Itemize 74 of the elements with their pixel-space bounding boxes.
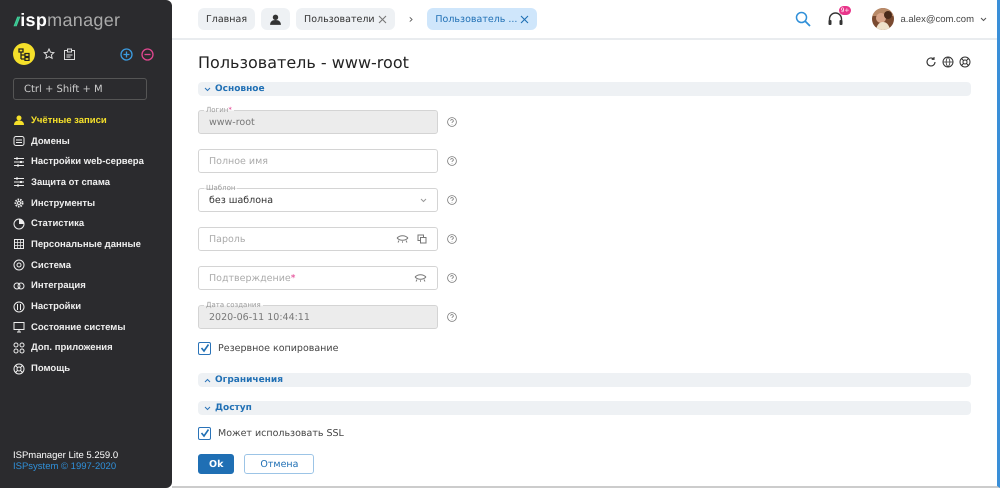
person-icon <box>269 12 282 26</box>
sidebar-item[interactable]: Домены <box>13 130 159 152</box>
sidebar-item[interactable]: Учётные записи <box>13 110 159 131</box>
chevron-icon <box>204 406 211 410</box>
section-header[interactable]: Ограничения <box>198 373 971 387</box>
tab[interactable]: Главная <box>198 8 256 30</box>
sidebar-item[interactable]: Защита от спама <box>13 172 159 193</box>
headset-icon[interactable] <box>827 10 844 28</box>
clipboard-icon[interactable] <box>63 48 76 60</box>
ok-button[interactable]: Ok <box>198 454 234 474</box>
globe-icon[interactable] <box>942 56 954 68</box>
tree-icon <box>17 47 31 61</box>
sliders-icon <box>13 176 25 188</box>
help-icon[interactable] <box>447 273 457 283</box>
close-icon[interactable] <box>520 14 530 24</box>
sidebar-item[interactable]: Состояние системы <box>13 316 159 338</box>
caret-icon <box>420 198 427 202</box>
pie-chart-icon <box>13 218 25 230</box>
rings-icon <box>13 280 25 292</box>
search-field[interactable]: Ctrl + Shift + M <box>13 78 147 100</box>
monitor-icon <box>13 321 25 334</box>
eye-closed-icon[interactable] <box>396 235 409 243</box>
sidebar-item[interactable]: Настройки web-сервера <box>13 151 159 172</box>
help-icon[interactable] <box>447 117 457 127</box>
lifebuoy-icon[interactable] <box>959 56 971 68</box>
help-icon[interactable] <box>447 312 457 322</box>
sidebar-item[interactable]: Настройки <box>13 296 159 317</box>
version-text: ISPmanager Lite 5.259.0 <box>13 450 120 461</box>
eye-closed-icon[interactable] <box>414 274 427 282</box>
chevron-icon <box>204 86 211 92</box>
grid-icon <box>13 238 25 250</box>
sidebar-item[interactable]: Система <box>13 254 159 276</box>
person-icon <box>13 114 25 126</box>
checkbox[interactable] <box>198 342 211 354</box>
tab[interactable]: Пользователи <box>296 8 395 30</box>
server-icon <box>13 135 25 148</box>
search-icon[interactable] <box>795 11 812 27</box>
refresh-icon[interactable] <box>925 56 937 68</box>
chevron-icon <box>204 378 211 382</box>
lifebuoy-icon <box>13 362 25 375</box>
gear-icon <box>13 197 25 210</box>
help-icon[interactable] <box>447 234 457 244</box>
remove-icon[interactable] <box>141 48 154 60</box>
caret-icon[interactable] <box>980 16 987 22</box>
copyright-link[interactable]: ISPsystem © 1997-2020 <box>13 461 159 472</box>
sidebar-item[interactable]: Интеграция <box>13 276 159 296</box>
copy-icon[interactable] <box>417 234 427 244</box>
tree-button[interactable] <box>13 43 35 65</box>
cancel-button[interactable]: Отмена <box>244 454 314 474</box>
circle-icon <box>13 259 25 272</box>
tab[interactable]: Пользователь ... <box>427 8 538 30</box>
close-icon[interactable] <box>378 14 387 24</box>
sidebar-item[interactable]: Персональные данные <box>13 234 159 255</box>
breadcrumb-separator: › <box>408 12 414 26</box>
checkbox-label: Может использовать SSL <box>218 428 344 438</box>
star-icon[interactable] <box>43 48 55 60</box>
section-header[interactable]: Доступ <box>198 401 971 415</box>
help-icon[interactable] <box>447 156 457 166</box>
sidebar-item[interactable]: Инструменты <box>13 192 159 214</box>
help-icon[interactable] <box>447 195 457 205</box>
user-menu[interactable]: a.alex@com.com <box>900 14 974 24</box>
sidebar-item[interactable]: Помощь <box>13 358 159 379</box>
section-header[interactable]: Основное <box>198 82 971 96</box>
add-icon[interactable] <box>120 48 133 60</box>
sidebar-item[interactable]: Доп. приложения <box>13 338 159 358</box>
page-title: Пользователь - www-root <box>198 52 409 72</box>
tab[interactable] <box>261 8 290 30</box>
sidebar-item[interactable]: Статистика <box>13 213 159 234</box>
apps-icon <box>13 342 25 354</box>
checkbox[interactable] <box>198 426 211 440</box>
logo: // ispmanager <box>14 10 120 30</box>
sliders-icon <box>13 156 25 168</box>
checkbox-label: Резервное копирование <box>218 342 338 354</box>
input-field[interactable]: Подтверждение* <box>198 266 438 290</box>
